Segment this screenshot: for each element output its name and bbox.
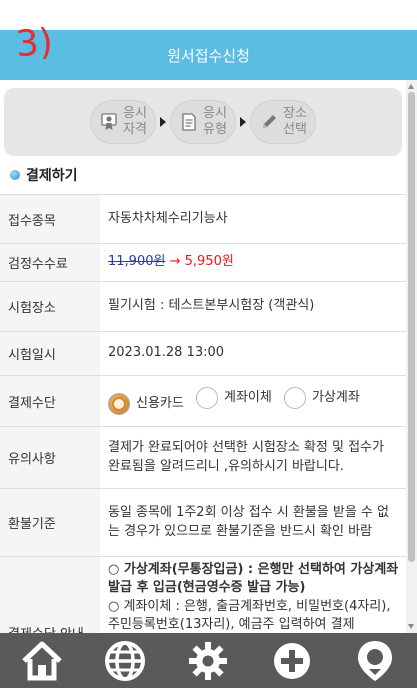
fee-value: 11,900원 → 5,950원 [100, 243, 406, 282]
pencil-icon [259, 112, 279, 132]
row-label: 유의사항 [0, 426, 100, 489]
guide-bank-transfer: ○ 계좌이체 : 은행, 출금계좌번호, 비밀번호(4자리), 주민등록번호(1… [108, 598, 391, 633]
step-indicator: 응시 자격 응시 유형 장소 선택 [4, 88, 402, 156]
datetime-value: 2023.01.28 13:00 [100, 331, 406, 376]
row-label: 결제수단 안내 [0, 556, 100, 633]
original-fee: 11,900원 [108, 254, 166, 270]
step-label: 장소 선택 [283, 106, 307, 137]
payment-info-table: 접수종목 자동차차체수리기능사 검정수수료 11,900원 → 5,950원 시… [0, 194, 406, 633]
table-row: 검정수수료 11,900원 → 5,950원 [0, 243, 406, 282]
table-row: 환불기준 동일 종목에 1주2회 이상 접수 시 환불을 받을 수 없는 경우가… [0, 488, 406, 557]
tab-settings[interactable] [183, 636, 233, 686]
row-label: 환불기준 [0, 488, 100, 557]
table-row: 결제수단 신용카드 계좌이체 가상계좌 [0, 375, 406, 427]
row-label: 검정수수료 [0, 243, 100, 282]
table-row: 접수종목 자동차차체수리기능사 [0, 194, 406, 244]
radio-bank-transfer[interactable]: 계좌이체 [195, 386, 272, 409]
scroll-up-icon[interactable] [408, 84, 414, 89]
table-row: 시험장소 필기시험 : 테스트본부시험장 (객관식) [0, 281, 406, 332]
row-label: 결제수단 [0, 375, 100, 427]
table-row: 시험일시 2023.01.28 13:00 [0, 331, 406, 376]
radio-label: 가상계좌 [311, 389, 360, 405]
radio-unselected-icon[interactable] [195, 386, 218, 409]
fee-arrow: → [169, 254, 181, 270]
row-label: 접수종목 [0, 194, 100, 244]
tab-home[interactable] [17, 636, 67, 686]
section-heading: 결제하기 [10, 166, 406, 184]
tab-location[interactable] [350, 636, 400, 686]
venue-value: 필기시험 : 테스트본부시험장 (객관식) [100, 281, 406, 332]
content-area[interactable]: 응시 자격 응시 유형 장소 선택 결제하기 접수종목 자동차차체수리기능사 검… [0, 80, 406, 633]
location-icon [358, 640, 393, 681]
step-label: 응시 자격 [123, 106, 147, 137]
row-label: 시험장소 [0, 281, 100, 332]
certificate-icon [99, 112, 119, 132]
page-title: 원서접수신청 [167, 46, 250, 65]
globe-icon [105, 640, 146, 681]
payment-guide-value: ○ 가상계좌(무통장입금) : 은행만 선택하여 가상계좌 발급 후 입금(현금… [100, 556, 406, 633]
payment-options: 신용카드 계좌이체 가상계좌 [100, 375, 406, 427]
radio-selected-icon[interactable] [108, 392, 130, 415]
tab-globe[interactable] [100, 636, 150, 686]
home-icon [21, 641, 62, 680]
app-header: 원서접수신청 [0, 30, 417, 80]
step-arrow-icon [160, 117, 166, 127]
radio-label: 계좌이체 [223, 389, 272, 405]
radio-unselected-icon[interactable] [283, 386, 306, 409]
discounted-fee: 5,950원 [184, 254, 234, 270]
radio-virtual-account[interactable]: 가상계좌 [283, 386, 360, 409]
notice-value: 결제가 완료되어야 선택한 시험장소 확정 및 접수가 완료됨을 알려드리니 ,… [100, 426, 406, 489]
guide-virtual-account: ○ 가상계좌(무통장입금) : 은행만 선택하여 가상계좌 발급 후 입금(현금… [108, 562, 399, 596]
table-row: 결제수단 안내 ○ 가상계좌(무통장입금) : 은행만 선택하여 가상계좌 발급… [0, 556, 406, 633]
document-icon [179, 112, 199, 132]
row-label: 시험일시 [0, 331, 100, 376]
handwritten-annotation: 3) [14, 21, 55, 66]
bullet-icon [10, 170, 20, 180]
table-row: 유의사항 결제가 완료되어야 선택한 시험장소 확정 및 접수가 완료됨을 알려… [0, 426, 406, 489]
radio-credit-card[interactable]: 신용카드 [108, 392, 184, 415]
refund-value: 동일 종목에 1주2회 이상 접수 시 환불을 받을 수 없는 경우가 있으므로… [100, 488, 406, 557]
plus-icon [273, 642, 310, 679]
gear-icon [189, 641, 228, 680]
step-label: 응시 유형 [203, 106, 227, 137]
scroll-down-icon[interactable] [408, 624, 414, 629]
step-qualification[interactable]: 응시 자격 [90, 100, 156, 144]
section-title: 결제하기 [26, 168, 78, 184]
scrollbar-thumb[interactable] [408, 92, 415, 562]
vertical-scrollbar[interactable] [406, 80, 417, 633]
tab-add[interactable] [267, 636, 317, 686]
step-arrow-icon [240, 117, 246, 127]
exam-type-value: 자동차차체수리기능사 [100, 194, 406, 244]
radio-label: 신용카드 [136, 395, 184, 411]
step-venue[interactable]: 장소 선택 [250, 100, 316, 144]
bottom-tab-bar [0, 633, 417, 688]
step-type[interactable]: 응시 유형 [170, 100, 236, 144]
